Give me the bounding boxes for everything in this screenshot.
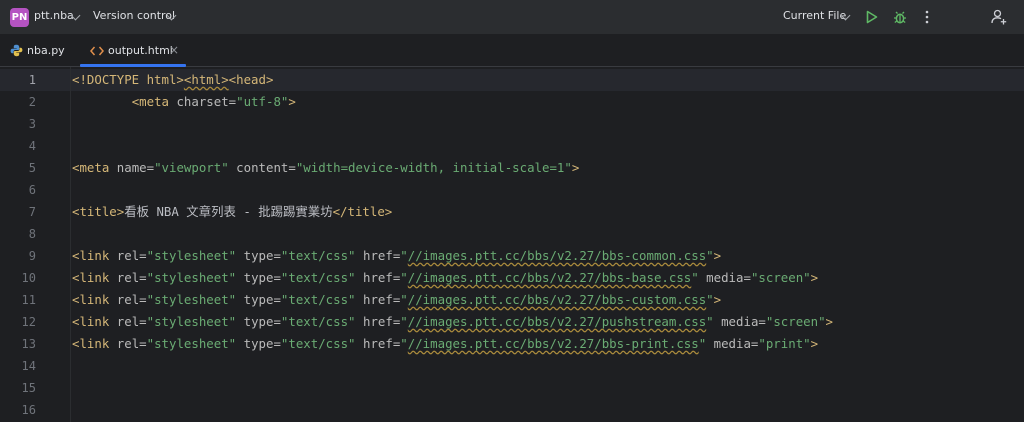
line-number: 8 bbox=[28, 227, 36, 241]
line-number: 7 bbox=[28, 205, 36, 219]
more-options-icon[interactable] bbox=[924, 10, 930, 24]
code-line[interactable]: 14 bbox=[0, 355, 1024, 377]
title-bar: PN ptt.nba Version control Current File bbox=[0, 0, 1024, 34]
line-number: 4 bbox=[28, 139, 36, 153]
tab-label: nba.py bbox=[27, 44, 65, 57]
add-user-icon[interactable] bbox=[990, 8, 1008, 26]
line-number: 1 bbox=[28, 73, 36, 87]
code-line[interactable]: 15 bbox=[0, 377, 1024, 399]
code-line[interactable]: 8 bbox=[0, 223, 1024, 245]
code-text: <link rel="stylesheet" type="text/css" h… bbox=[72, 248, 722, 263]
code-line[interactable]: 6 bbox=[0, 179, 1024, 201]
code-line[interactable]: 7 <title>看板 NBA 文章列表 - 批踢踢實業坊</title> bbox=[0, 201, 1024, 223]
version-control-menu[interactable]: Version control bbox=[93, 9, 175, 22]
code-line[interactable]: 4 bbox=[0, 135, 1024, 157]
code-text: <meta name="viewport" content="width=dev… bbox=[72, 160, 580, 175]
project-badge[interactable]: PN bbox=[10, 8, 29, 27]
code-line[interactable]: 5 <meta name="viewport" content="width=d… bbox=[0, 157, 1024, 179]
line-number: 11 bbox=[21, 293, 36, 307]
line-number: 2 bbox=[28, 95, 36, 109]
code-text: <link rel="stylesheet" type="text/css" h… bbox=[72, 314, 834, 329]
line-number: 16 bbox=[21, 403, 36, 417]
code-line[interactable]: 12 <link rel="stylesheet" type="text/css… bbox=[0, 311, 1024, 333]
code-line[interactable]: 3 bbox=[0, 113, 1024, 135]
line-number: 13 bbox=[21, 337, 36, 351]
line-number: 14 bbox=[21, 359, 36, 373]
code-text: <link rel="stylesheet" type="text/css" h… bbox=[72, 292, 722, 307]
code-text: <link rel="stylesheet" type="text/css" h… bbox=[72, 336, 819, 351]
tab-label: output.html bbox=[108, 44, 173, 57]
code-line[interactable]: 13 <link rel="stylesheet" type="text/css… bbox=[0, 333, 1024, 355]
code-text: <meta charset="utf-8"> bbox=[131, 94, 296, 109]
editor-tab-bar: nba.py output.html × bbox=[0, 34, 1024, 67]
line-number: 15 bbox=[21, 381, 36, 395]
code-line[interactable]: 2 <meta charset="utf-8"> bbox=[0, 91, 1024, 113]
code-line[interactable]: 11 <link rel="stylesheet" type="text/css… bbox=[0, 289, 1024, 311]
code-editor[interactable]: 1 <!DOCTYPE html><html><head> 2 <meta ch… bbox=[0, 67, 1024, 422]
code-text: <!DOCTYPE html><html><head> bbox=[72, 72, 274, 87]
line-number: 9 bbox=[28, 249, 36, 263]
line-number: 10 bbox=[21, 271, 36, 285]
run-icon[interactable] bbox=[866, 10, 878, 24]
html-file-icon bbox=[90, 46, 104, 56]
close-tab-icon[interactable]: × bbox=[169, 34, 179, 67]
code-line[interactable]: 10 <link rel="stylesheet" type="text/css… bbox=[0, 267, 1024, 289]
code-line[interactable]: 9 <link rel="stylesheet" type="text/css"… bbox=[0, 245, 1024, 267]
code-text: <link rel="stylesheet" type="text/css" h… bbox=[72, 270, 819, 285]
python-file-icon bbox=[10, 44, 23, 57]
run-configuration-selector[interactable]: Current File bbox=[783, 9, 846, 22]
code-text: <title>看板 NBA 文章列表 - 批踢踢實業坊</title> bbox=[72, 204, 393, 219]
code-line[interactable]: 16 bbox=[0, 399, 1024, 421]
code-line[interactable]: 1 <!DOCTYPE html><html><head> bbox=[0, 69, 1024, 91]
line-number: 6 bbox=[28, 183, 36, 197]
line-number: 12 bbox=[21, 315, 36, 329]
line-number: 3 bbox=[28, 117, 36, 131]
project-name[interactable]: ptt.nba bbox=[34, 9, 74, 22]
gutter-divider bbox=[70, 67, 71, 422]
debug-icon[interactable] bbox=[892, 9, 908, 25]
line-number: 5 bbox=[28, 161, 36, 175]
